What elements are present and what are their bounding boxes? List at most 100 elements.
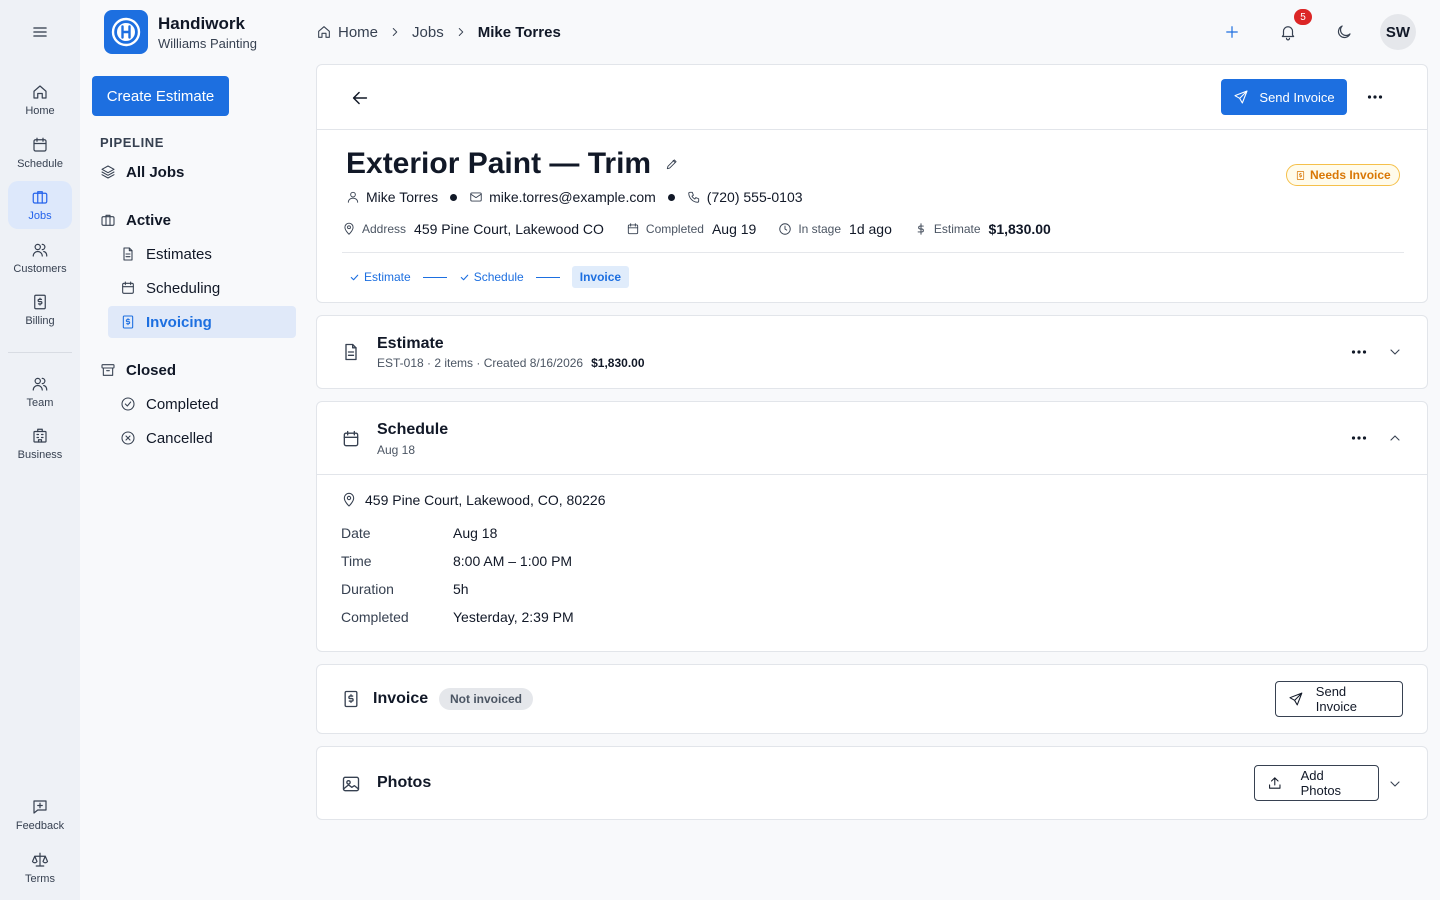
chevron-down-icon[interactable] xyxy=(1387,344,1403,360)
image-icon xyxy=(342,776,360,792)
pipeline-sidebar: Handiwork Williams Painting Create Estim… xyxy=(80,0,308,900)
feedback-icon xyxy=(33,800,47,814)
meta-value: Aug 19 xyxy=(711,221,757,237)
rail-item-business[interactable]: Business xyxy=(8,420,72,468)
send-icon xyxy=(1234,90,1248,104)
rail-label: Billing xyxy=(25,315,55,327)
phone-icon xyxy=(688,191,699,203)
notification-count-badge: 5 xyxy=(1294,9,1312,25)
schedule-more-button[interactable] xyxy=(1349,428,1369,448)
invoice-send-button[interactable]: Send Invoice xyxy=(1275,681,1403,717)
upload-icon xyxy=(1269,777,1281,789)
meta-value: 459 Pine Court, Lakewood CO xyxy=(414,221,604,237)
customer-phone[interactable]: (720) 555-0103 xyxy=(707,189,803,205)
rail-item-feedback[interactable]: Feedback xyxy=(8,791,72,839)
chevron-up-icon[interactable] xyxy=(1387,430,1403,446)
rail-label: Business xyxy=(17,449,63,461)
customer-name[interactable]: Mike Torres xyxy=(366,189,438,205)
sidebar-item-completed[interactable]: Completed xyxy=(108,388,296,420)
add-button[interactable] xyxy=(1216,16,1248,48)
meta-label: In stage xyxy=(798,222,842,236)
sidebar-item-all-jobs[interactable]: All Jobs xyxy=(100,162,184,182)
rail-item-jobs[interactable]: Jobs xyxy=(8,181,72,229)
invoice-section: Invoice Not invoiced Send Invoice xyxy=(316,664,1428,734)
row-label: Duration xyxy=(341,581,394,597)
schedule-title: Schedule xyxy=(377,421,449,438)
send-invoice-button[interactable]: Send Invoice xyxy=(1221,79,1347,115)
brand[interactable]: Handiwork Williams Painting xyxy=(104,10,257,54)
add-photos-button[interactable]: Add Photos xyxy=(1254,765,1379,801)
sidebar-item-estimates[interactable]: Estimates xyxy=(108,238,296,270)
sidebar-group-label: Closed xyxy=(126,361,177,379)
rail-item-billing[interactable]: Billing xyxy=(8,286,72,334)
step-connector xyxy=(535,276,560,278)
address-text[interactable]: 459 Pine Court, Lakewood, CO, 80226 xyxy=(365,492,606,508)
schedule-row-time: Time 8:00 AM – 1:00 PM xyxy=(341,553,572,569)
plus-icon xyxy=(1226,26,1238,38)
meta-label: Address xyxy=(362,222,407,236)
sidebar-group-active[interactable]: Active xyxy=(100,210,171,230)
button-label: Add Photos xyxy=(1300,768,1342,798)
step-label: Estimate xyxy=(364,270,411,284)
rail-item-schedule[interactable]: Schedule xyxy=(8,129,72,177)
photos-section: Photos Add Photos xyxy=(316,746,1428,820)
sidebar-item-label: Cancelled xyxy=(146,429,213,447)
theme-toggle-button[interactable] xyxy=(1328,16,1360,48)
sidebar-item-cancelled[interactable]: Cancelled xyxy=(108,422,296,454)
chevron-down-icon[interactable] xyxy=(1387,776,1403,792)
building-icon xyxy=(33,428,47,443)
document-icon xyxy=(123,247,133,261)
user-avatar[interactable]: SW xyxy=(1380,14,1416,50)
rail-divider xyxy=(8,352,72,353)
briefcase-icon xyxy=(101,214,115,226)
create-estimate-button[interactable]: Create Estimate xyxy=(92,76,229,116)
users-icon xyxy=(32,243,48,257)
rail-item-team[interactable]: Team xyxy=(8,368,72,416)
brand-name: Handiwork xyxy=(158,13,245,33)
bell-icon xyxy=(1281,26,1295,41)
estimate-summary: EST-018 · 2 items · Created 8/16/2026 $1… xyxy=(377,356,645,370)
row-label: Date xyxy=(341,525,371,541)
step-label: Invoice xyxy=(579,270,622,284)
meta-value: $1,830.00 xyxy=(988,221,1051,237)
rail-label: Home xyxy=(25,105,55,117)
rail-label: Jobs xyxy=(28,210,52,222)
person-icon xyxy=(347,191,359,203)
step-schedule[interactable]: Schedule xyxy=(459,266,524,288)
home-icon[interactable] xyxy=(316,24,332,40)
rail-item-terms[interactable]: Terms xyxy=(8,844,72,892)
rail-label: Team xyxy=(26,397,54,409)
step-connector xyxy=(422,276,447,278)
breadcrumb-home[interactable]: Home xyxy=(338,24,378,41)
rail-label: Schedule xyxy=(17,158,63,170)
schedule-address: 459 Pine Court, Lakewood, CO, 80226 xyxy=(341,492,606,508)
sidebar-item-invoicing[interactable]: Invoicing xyxy=(108,306,296,338)
rail-label: Terms xyxy=(25,873,55,885)
estimate-section[interactable]: Estimate EST-018 · 2 items · Created 8/1… xyxy=(316,315,1428,389)
sidebar-group-label: Active xyxy=(126,211,172,229)
breadcrumb-jobs[interactable]: Jobs xyxy=(412,24,444,41)
estimate-more-button[interactable] xyxy=(1349,342,1369,362)
sidebar-item-label: Completed xyxy=(146,395,219,413)
edit-pencil-icon[interactable] xyxy=(665,157,679,171)
step-estimate[interactable]: Estimate xyxy=(349,266,411,288)
estimate-title: Estimate xyxy=(377,335,444,352)
sidebar-group-closed[interactable]: Closed xyxy=(100,360,176,380)
sidebar-item-scheduling[interactable]: Scheduling xyxy=(108,272,296,304)
receipt-icon xyxy=(1296,170,1305,180)
back-button[interactable] xyxy=(349,87,371,109)
photos-title: Photos xyxy=(377,774,432,791)
row-value: Yesterday, 2:39 PM xyxy=(453,609,574,625)
brand-logo xyxy=(104,10,148,54)
rail-item-customers[interactable]: Customers xyxy=(8,234,72,282)
estimate-amount: $1,830.00 xyxy=(591,356,645,370)
send-icon xyxy=(1289,692,1303,706)
menu-icon[interactable] xyxy=(28,20,52,44)
more-options-button[interactable] xyxy=(1365,87,1385,107)
check-icon xyxy=(350,274,359,280)
customer-email[interactable]: mike.torres@example.com xyxy=(489,189,656,205)
schedule-section: Schedule Aug 18 459 Pine Court, Lakewood… xyxy=(316,401,1428,652)
meta-completed: Completed Aug 19 xyxy=(626,221,756,237)
rail-item-home[interactable]: Home xyxy=(8,76,72,124)
step-invoice[interactable]: Invoice xyxy=(571,266,630,288)
